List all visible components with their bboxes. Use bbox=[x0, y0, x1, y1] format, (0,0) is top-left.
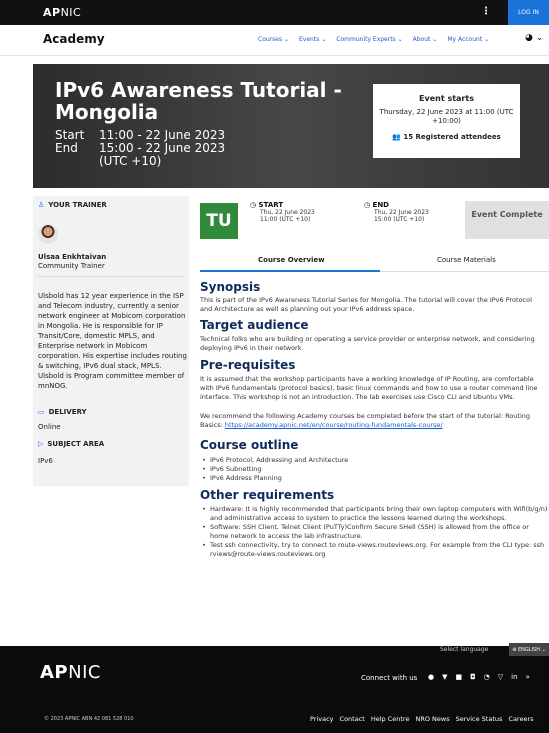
trainer-role: Community Trainer bbox=[38, 262, 105, 270]
linkedin-icon[interactable]: in bbox=[511, 673, 517, 681]
event-summary: TU ◷ START Thu, 22 June 2023 11:00 (UTC … bbox=[200, 198, 549, 243]
subject-value: IPv6 bbox=[38, 457, 53, 465]
rss-icon[interactable]: » bbox=[526, 673, 530, 681]
other-list: Hardware: It is highly recommended that … bbox=[200, 505, 549, 559]
nav-my-account[interactable]: My Account ⌄ bbox=[447, 36, 489, 43]
list-item: IPv6 Protocol, Addressing and Architectu… bbox=[200, 456, 545, 465]
footer: Select language ⊕ ENGLISH ⌄ APNIC Connec… bbox=[0, 643, 549, 733]
hero-times: Start 11:00 - 22 June 2023 End 15:00 - 22 … bbox=[55, 129, 225, 168]
copyright: © 2023 APNIC ABN 42 081 528 010 bbox=[44, 716, 134, 722]
connect-label: Connect with us bbox=[361, 674, 418, 682]
list-item: Test ssh connectivity, try to connect to… bbox=[200, 541, 549, 559]
tag-icon: ▷ bbox=[38, 440, 44, 448]
synopsis-heading: Synopsis bbox=[200, 280, 261, 294]
avatar bbox=[38, 224, 58, 244]
social-icons: ● ▼ ■ ◘ ◔ ▽ in » bbox=[428, 673, 530, 681]
footer-link-nro-news[interactable]: NRO News bbox=[415, 715, 449, 723]
event-starts-date: Thursday, 22 June 2023 at 11:00 (UTC +10… bbox=[379, 108, 514, 125]
user-icon: ♙ bbox=[38, 201, 45, 209]
footer-link-contact[interactable]: Contact bbox=[340, 715, 365, 723]
facebook-icon[interactable]: ● bbox=[428, 673, 434, 681]
course-badge: TU bbox=[200, 203, 238, 239]
prereq-recommend: We recommend the following Academy cours… bbox=[200, 412, 530, 429]
language-select[interactable]: ⊕ ENGLISH ⌄ bbox=[509, 643, 549, 656]
top-bar: APNIC ⋮ LOG IN bbox=[0, 0, 549, 25]
trainer-bio: Ulsbold has 12 year experience in the IS… bbox=[38, 292, 187, 390]
flickr-icon[interactable]: ◘ bbox=[470, 673, 476, 681]
course-tabs: Course Overview Course Materials bbox=[200, 250, 549, 272]
nav-community-experts[interactable]: Community Experts ⌄ bbox=[336, 36, 402, 43]
delivery-value: Online bbox=[38, 423, 61, 431]
event-end: ◷ END Thu, 22 June 2023 15:00 (UTC +10) bbox=[364, 201, 429, 224]
outline-heading: Course outline bbox=[200, 438, 299, 452]
footer-link-service-status[interactable]: Service Status bbox=[456, 715, 503, 723]
prereq-text: It is assumed that the workshop particip… bbox=[200, 375, 538, 401]
page-title: IPv6 Awareness Tutorial - Mongolia bbox=[55, 78, 342, 124]
footer-link-help-centre[interactable]: Help Centre bbox=[371, 715, 410, 723]
globe-icon[interactable]: ◕ ⌄ bbox=[525, 33, 543, 43]
event-complete-badge: Event Complete bbox=[465, 201, 549, 239]
trainer-heading: ♙ YOUR TRAINER bbox=[38, 201, 107, 209]
footer-link-careers[interactable]: Careers bbox=[508, 715, 533, 723]
tab-course-materials[interactable]: Course Materials bbox=[437, 256, 496, 264]
subject-heading: ▷ SUBJECT AREA bbox=[38, 440, 105, 448]
other-heading: Other requirements bbox=[200, 488, 335, 502]
academy-brand[interactable]: Academy bbox=[43, 32, 105, 46]
monitor-icon: ▭ bbox=[38, 408, 45, 416]
nav-events[interactable]: Events ⌄ bbox=[299, 36, 326, 43]
end-label: End bbox=[55, 141, 78, 155]
clock-icon: ◷ bbox=[364, 201, 373, 209]
outline-list: IPv6 Protocol, Addressing and Architectu… bbox=[200, 456, 545, 483]
list-item: Hardware: It is highly recommended that … bbox=[200, 505, 549, 523]
select-language-label: Select language bbox=[440, 646, 489, 653]
list-item: Software: SSH Client, Telnet Client (PuT… bbox=[200, 523, 549, 541]
event-starts-card: Event starts Thursday, 22 June 2023 at 1… bbox=[373, 84, 520, 158]
synopsis-text: This is part of the IPv6 Awareness Tutor… bbox=[200, 296, 532, 313]
footer-links: Privacy Contact Help Centre NRO News Ser… bbox=[310, 715, 534, 723]
event-starts-heading: Event starts bbox=[419, 94, 474, 103]
nav-courses[interactable]: Courses ⌄ bbox=[258, 36, 289, 43]
youtube-icon[interactable]: ■ bbox=[456, 673, 463, 681]
footer-logo[interactable]: APNIC bbox=[40, 662, 101, 683]
nav-menu: Courses ⌄ Events ⌄ Community Experts ⌄ A… bbox=[258, 36, 489, 43]
clock-icon: ◷ bbox=[250, 201, 259, 209]
users-icon: 👥 bbox=[392, 133, 404, 141]
event-hero: IPv6 Awareness Tutorial - Mongolia Start… bbox=[33, 64, 549, 188]
list-item: IPv6 Subnetting bbox=[200, 465, 545, 474]
list-item: IPv6 Address Planning bbox=[200, 474, 545, 483]
nav-about[interactable]: About ⌄ bbox=[413, 36, 438, 43]
apnic-logo[interactable]: APNIC bbox=[43, 6, 81, 19]
audience-text: Technical folks who are building or oper… bbox=[200, 335, 535, 352]
wechat-icon[interactable]: ▽ bbox=[498, 673, 503, 681]
audience-heading: Target audience bbox=[200, 318, 309, 332]
active-tab-indicator bbox=[200, 270, 380, 272]
timezone: (UTC +10) bbox=[99, 154, 162, 168]
registered-attendees: 👥 15 Registered attendees bbox=[392, 133, 501, 141]
more-menu-icon[interactable]: ⋮ bbox=[481, 6, 491, 17]
trainer-sidebar: ♙ YOUR TRAINER Ulsaa Enkhtaivan Community… bbox=[33, 196, 189, 486]
delivery-heading: ▭ DELIVERY bbox=[38, 408, 87, 416]
tab-course-overview[interactable]: Course Overview bbox=[258, 256, 325, 264]
twitter-icon[interactable]: ▼ bbox=[442, 673, 447, 681]
login-button[interactable]: LOG IN bbox=[508, 0, 549, 25]
footer-link-privacy[interactable]: Privacy bbox=[310, 715, 334, 723]
routing-basics-link[interactable]: https://academy.apnic.net/en/course/rout… bbox=[225, 421, 443, 429]
prereq-heading: Pre-requisites bbox=[200, 358, 296, 372]
main-nav: Academy Courses ⌄ Events ⌄ Community Exp… bbox=[0, 25, 549, 56]
weibo-icon[interactable]: ◔ bbox=[484, 673, 490, 681]
event-start: ◷ START Thu, 22 June 2023 11:00 (UTC +10… bbox=[250, 201, 315, 224]
